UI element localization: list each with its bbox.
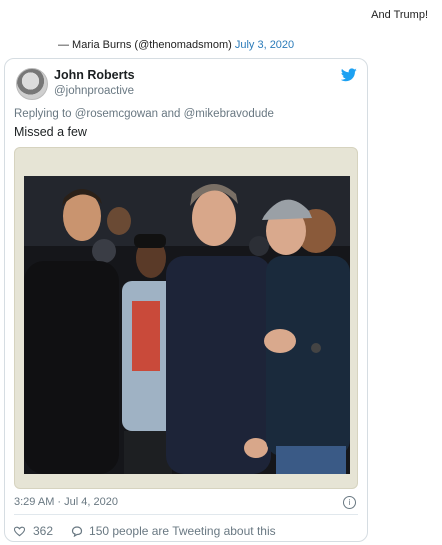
divider (14, 514, 358, 515)
replying-prefix: Replying to (14, 108, 72, 120)
speech-bubble-icon[interactable] (71, 525, 83, 537)
mention-link-2[interactable]: @mikebravodude (184, 108, 274, 120)
info-icon[interactable]: i (343, 496, 356, 509)
twitter-bird-icon[interactable] (341, 68, 357, 82)
replying-and: and (161, 108, 181, 120)
tweet-timestamp[interactable]: 3:29 AM · Jul 4, 2020 (14, 496, 118, 508)
attribution-author: — Maria Burns (@thenomadsmom) (58, 39, 232, 51)
attribution-date-link[interactable]: July 3, 2020 (235, 39, 294, 51)
tweet-actions: 362 150 people are Tweeting about this (14, 524, 276, 538)
quote-text: And Trump! (371, 9, 428, 21)
discussion-link[interactable]: 150 people are Tweeting about this (89, 524, 276, 538)
tweet-text: Missed a few (14, 125, 87, 139)
quote-attribution: — Maria Burns (@thenomadsmom) July 3, 20… (58, 39, 294, 51)
mention-link-1[interactable]: @rosemcgowan (75, 108, 158, 120)
embedded-tweet-card[interactable]: John Roberts @johnproactive Replying to … (4, 58, 368, 542)
avatar[interactable] (16, 68, 48, 100)
author-handle[interactable]: @johnproactive (54, 85, 134, 97)
tweet-media[interactable] (14, 147, 358, 489)
heart-icon[interactable] (14, 526, 25, 537)
like-count[interactable]: 362 (33, 524, 53, 538)
author-name[interactable]: John Roberts (54, 68, 135, 82)
replying-to: Replying to @rosemcgowan and @mikebravod… (14, 108, 274, 120)
group-photo[interactable] (24, 176, 350, 474)
